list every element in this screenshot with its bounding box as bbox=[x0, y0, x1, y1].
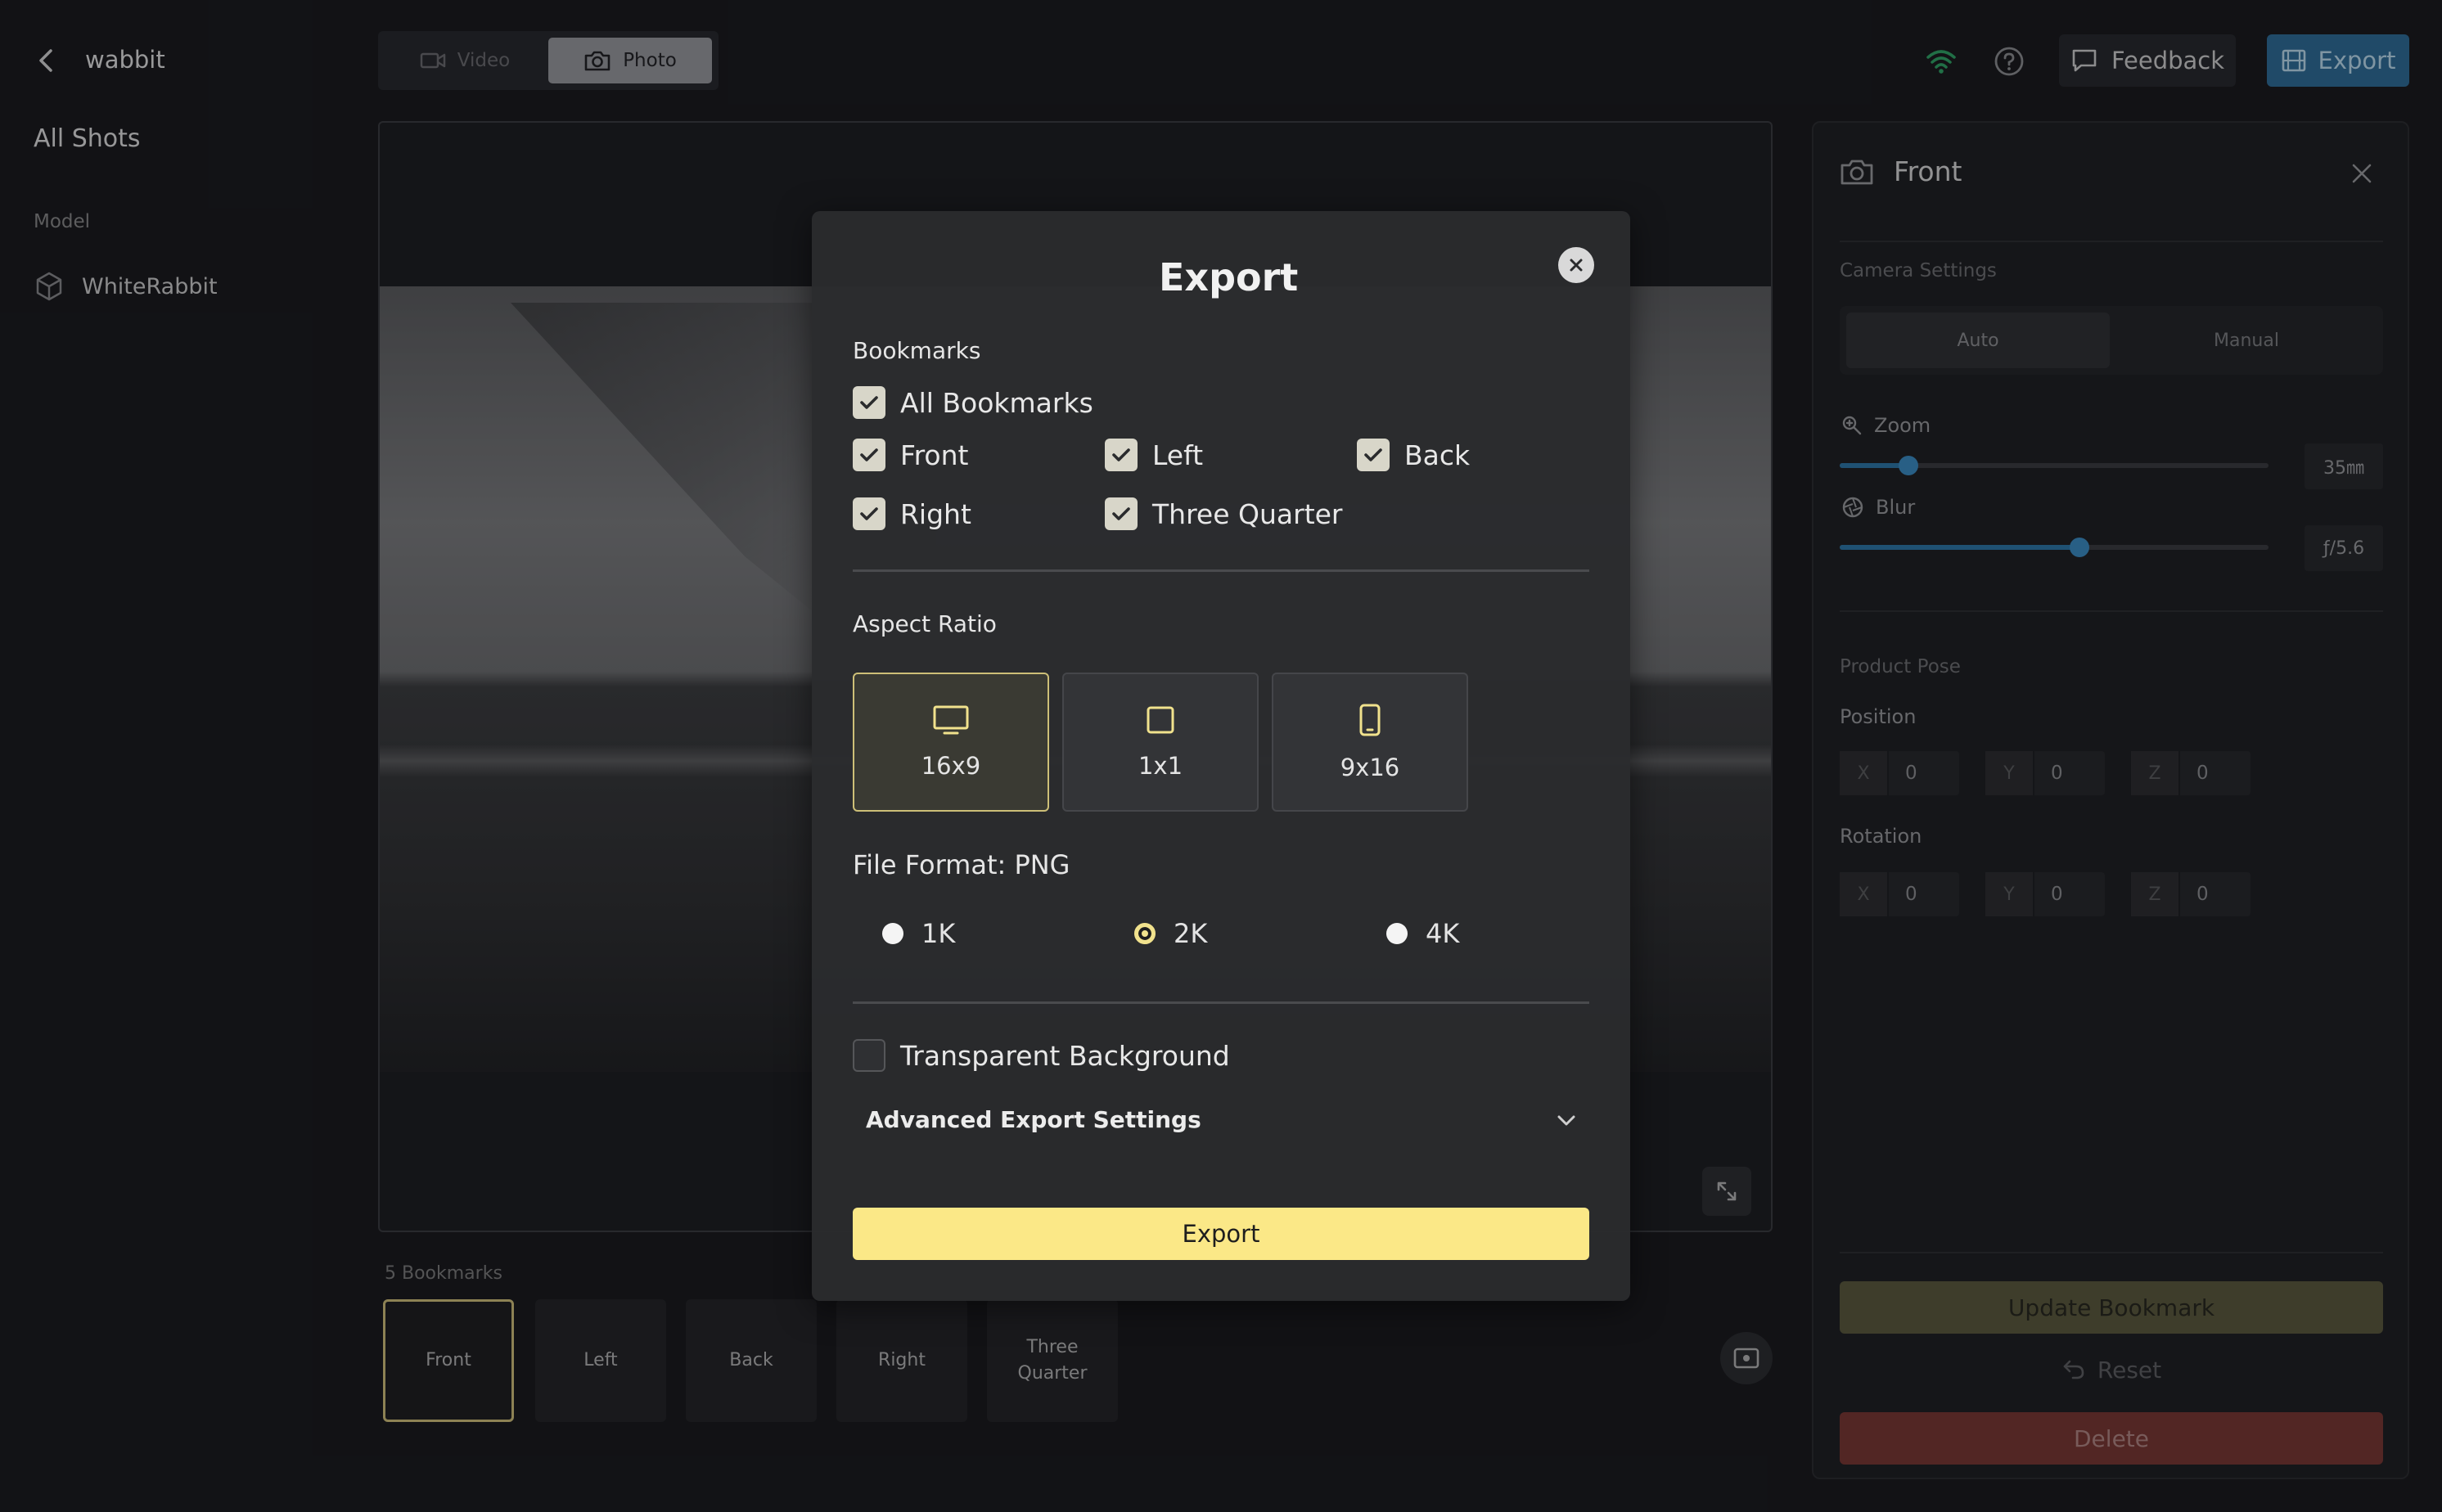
aspect-ratio-label: 9x16 bbox=[1340, 754, 1400, 781]
checkbox-three-quarter[interactable]: Three Quarter bbox=[1105, 497, 1343, 530]
checkbox-front[interactable]: Front bbox=[853, 439, 968, 471]
export-modal-title: Export bbox=[1159, 255, 1299, 299]
square-icon bbox=[1145, 704, 1176, 736]
checkbox-right[interactable]: Right bbox=[853, 497, 971, 530]
checkbox-box[interactable] bbox=[1357, 439, 1390, 471]
modal-divider bbox=[853, 569, 1589, 572]
checkbox-label: All Bookmarks bbox=[900, 386, 1093, 419]
checkbox-label: Front bbox=[900, 439, 969, 471]
checkbox-box[interactable] bbox=[1105, 439, 1138, 471]
checkbox-label: Transparent Background bbox=[900, 1039, 1230, 1072]
checkbox-box[interactable] bbox=[853, 1039, 885, 1072]
radio-dot[interactable] bbox=[882, 923, 903, 944]
checkbox-box[interactable] bbox=[1105, 497, 1138, 530]
aspect-ratio-9x16[interactable]: 9x16 bbox=[1272, 673, 1468, 812]
aspect-ratio-label: 1x1 bbox=[1138, 752, 1183, 780]
checkbox-label: Left bbox=[1152, 439, 1204, 471]
radio-dot-selected[interactable] bbox=[1134, 923, 1156, 944]
aspect-ratio-1x1[interactable]: 1x1 bbox=[1062, 673, 1259, 812]
resolution-2k-radio[interactable]: 2K bbox=[1134, 918, 1207, 949]
checkbox-box[interactable] bbox=[853, 386, 885, 419]
file-format-label: File Format: PNG bbox=[853, 849, 1070, 880]
bookmarks-section-label: Bookmarks bbox=[853, 337, 981, 364]
check-icon bbox=[1364, 448, 1382, 461]
checkbox-all-bookmarks[interactable]: All Bookmarks bbox=[853, 386, 1093, 419]
checkbox-box[interactable] bbox=[853, 439, 885, 471]
check-icon bbox=[860, 448, 878, 461]
checkbox-box[interactable] bbox=[853, 497, 885, 530]
check-icon bbox=[860, 396, 878, 409]
radio-dot[interactable] bbox=[1386, 923, 1408, 944]
aspect-ratio-16x9[interactable]: 16x9 bbox=[853, 673, 1049, 812]
radio-label: 1K bbox=[921, 918, 956, 949]
close-icon bbox=[1567, 256, 1585, 274]
aspect-ratio-label: 16x9 bbox=[921, 752, 981, 780]
check-icon bbox=[860, 507, 878, 520]
chevron-down-icon bbox=[1555, 1112, 1578, 1128]
checkbox-back[interactable]: Back bbox=[1357, 439, 1470, 471]
phone-icon bbox=[1358, 703, 1382, 737]
modal-divider bbox=[853, 1001, 1589, 1004]
advanced-export-settings-toggle[interactable]: Advanced Export Settings bbox=[866, 1106, 1578, 1133]
check-icon bbox=[1112, 507, 1130, 520]
aspect-ratio-label: Aspect Ratio bbox=[853, 610, 997, 637]
checkbox-label: Three Quarter bbox=[1152, 497, 1343, 530]
resolution-1k-radio[interactable]: 1K bbox=[882, 918, 955, 949]
advanced-label: Advanced Export Settings bbox=[866, 1106, 1201, 1133]
export-button[interactable]: Export bbox=[853, 1208, 1589, 1260]
checkbox-left[interactable]: Left bbox=[1105, 439, 1203, 471]
modal-close-button[interactable] bbox=[1558, 247, 1594, 283]
checkbox-label: Right bbox=[900, 497, 971, 530]
radio-label: 2K bbox=[1174, 918, 1208, 949]
checkbox-label: Back bbox=[1404, 439, 1471, 471]
monitor-icon bbox=[932, 704, 970, 736]
check-icon bbox=[1112, 448, 1130, 461]
radio-label: 4K bbox=[1426, 918, 1460, 949]
resolution-4k-radio[interactable]: 4K bbox=[1386, 918, 1459, 949]
checkbox-transparent-background[interactable]: Transparent Background bbox=[853, 1039, 1230, 1072]
